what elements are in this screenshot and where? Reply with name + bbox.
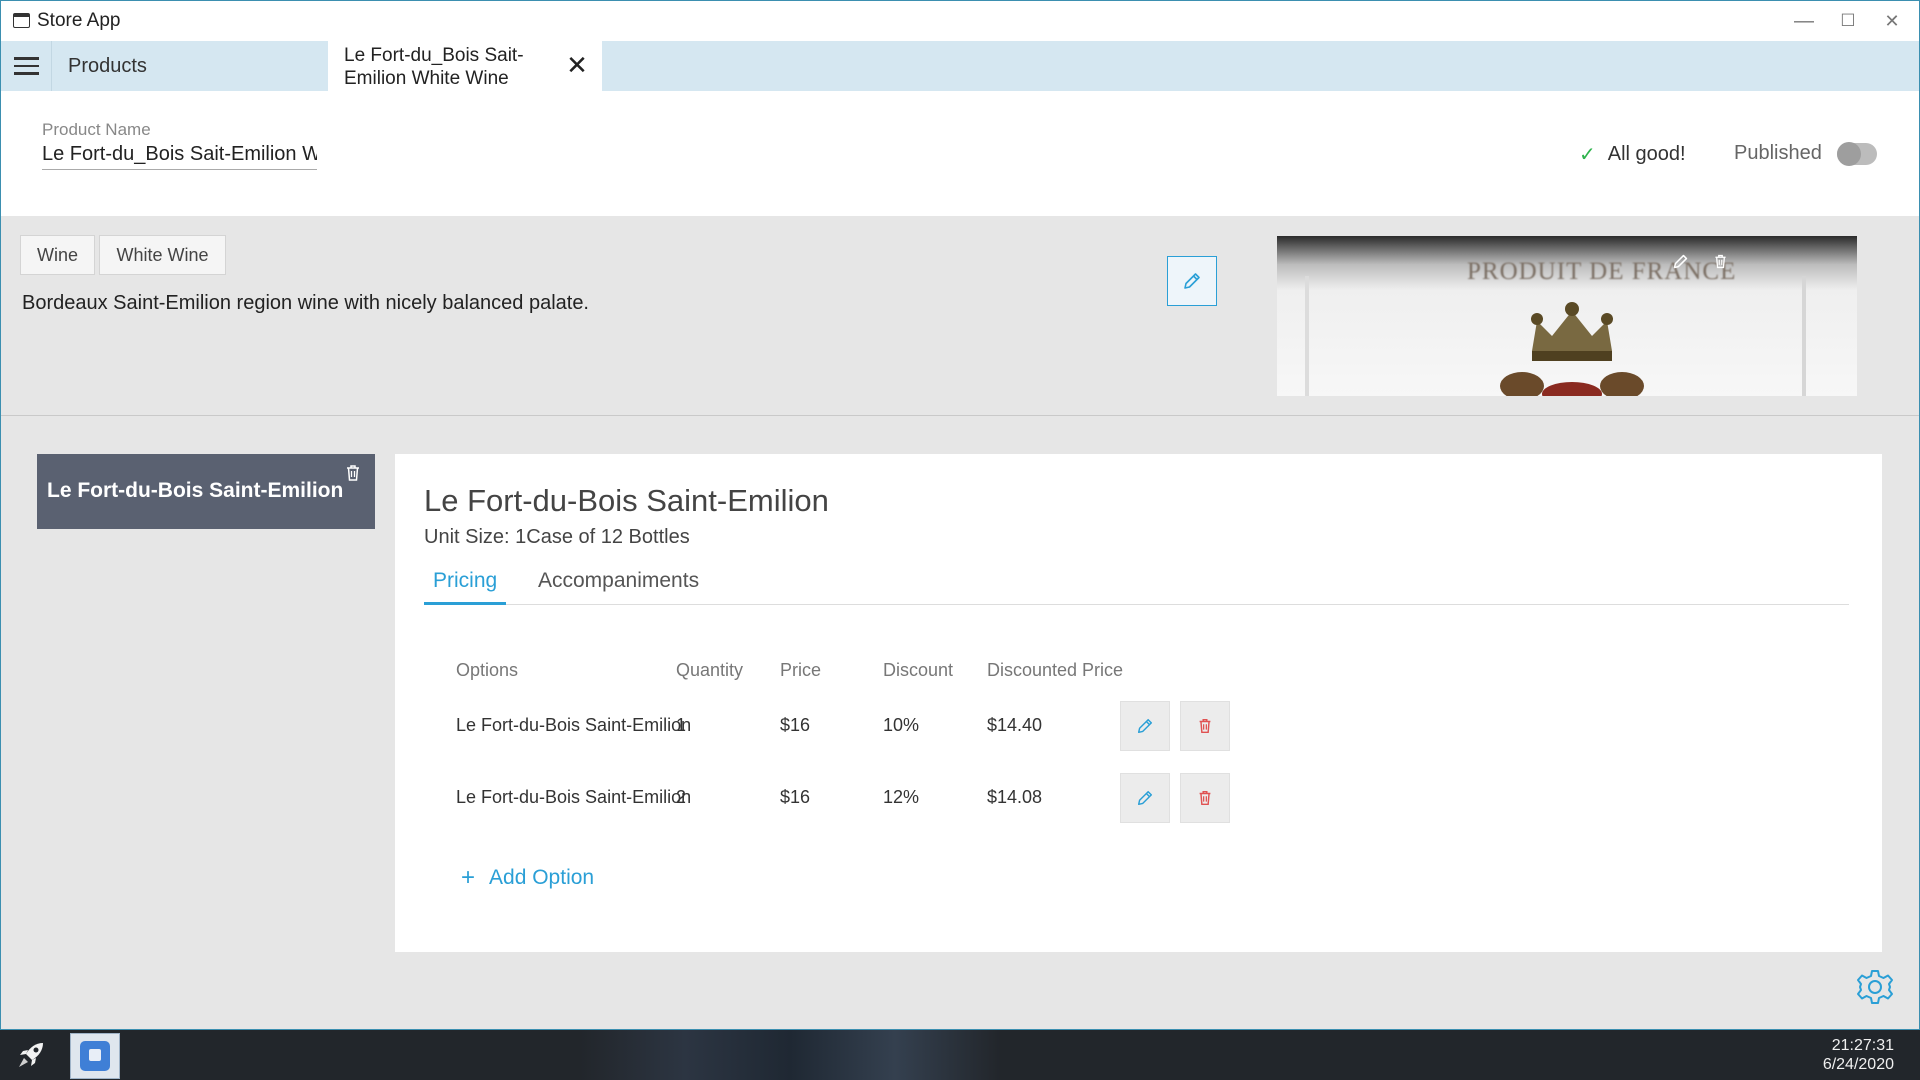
minimize-button[interactable]: —	[1790, 9, 1818, 33]
discounted-price-cell: $14.40	[987, 715, 1043, 735]
discount-cell: 12%	[883, 787, 920, 807]
discount-cell: 10%	[883, 715, 920, 735]
trash-icon[interactable]	[343, 463, 363, 483]
column-header: Discount	[883, 660, 954, 680]
tab-accompaniments[interactable]: Accompaniments	[529, 566, 708, 605]
title-bar: Store App — ☐ ✕	[1, 1, 1919, 41]
published-label: Published	[1734, 142, 1822, 164]
menu-hamburger-icon[interactable]	[1, 41, 52, 91]
tab-strip: Products Le Fort-du_Bois Sait-Emilion Wh…	[1, 41, 1919, 91]
variant-detail-panel: Le Fort-du-Bois Saint-Emilion Unit Size:…	[395, 454, 1882, 952]
trash-icon	[1714, 254, 1726, 268]
status-indicator: ✓ All good!	[1579, 142, 1686, 167]
edit-image-button[interactable]	[1669, 250, 1691, 272]
pencil-icon	[1137, 790, 1153, 806]
tab-product-detail-label: Le Fort-du_Bois Sait-Emilion White Wine	[344, 45, 524, 89]
check-icon: ✓	[1579, 144, 1596, 166]
delete-option-button[interactable]	[1180, 773, 1230, 823]
add-option-label: Add Option	[489, 866, 595, 889]
quantity-cell: 1	[676, 715, 687, 735]
store-app-taskbar-button[interactable]	[70, 1033, 120, 1079]
pencil-icon	[1673, 254, 1687, 268]
gear-icon	[1857, 970, 1893, 1004]
quantity-cell: 2	[676, 787, 687, 807]
edit-option-button[interactable]	[1120, 773, 1170, 823]
column-header: Options	[456, 660, 519, 680]
tag-chip[interactable]: White Wine	[99, 235, 226, 275]
variant-name: Le Fort-du-Bois Saint-Emilion	[47, 479, 344, 502]
table-row: Le Fort-du-Bois Saint-Emilion 1 $16 10% …	[456, 701, 1356, 751]
pencil-icon	[1184, 273, 1200, 289]
clock-date: 6/24/2020	[1822, 1056, 1894, 1073]
image-label-text: PRODUIT DE FRANCE	[1467, 258, 1737, 285]
edit-option-button[interactable]	[1120, 701, 1170, 751]
product-name-label: Product Name	[42, 120, 151, 139]
window-title: Store App	[37, 10, 121, 31]
product-name-input[interactable]	[42, 140, 317, 170]
detail-tabs: Pricing Accompaniments	[424, 566, 1849, 605]
rocket-icon	[19, 1043, 43, 1067]
add-option-button[interactable]: + Add Option	[461, 866, 594, 890]
description-section: Wine White Wine Bordeaux Saint-Emilion r…	[1, 216, 1919, 416]
description-text: Bordeaux Saint-Emilion region wine with …	[22, 292, 589, 314]
status-text: All good!	[1607, 143, 1686, 165]
option-cell: Le Fort-du-Bois Saint-Emilion	[456, 715, 692, 735]
app-window: Store App — ☐ ✕ Products Le Fort-du_Bois…	[0, 0, 1920, 1030]
price-cell: $16	[780, 787, 811, 807]
column-header: Discounted Price	[987, 660, 1124, 680]
option-cell: Le Fort-du-Bois Saint-Emilion	[456, 787, 692, 807]
crest-graphic	[1500, 302, 1644, 396]
trash-icon	[1199, 718, 1211, 734]
product-image: PRODUIT DE FRANCE	[1277, 236, 1857, 396]
launcher-button[interactable]	[10, 1036, 52, 1074]
close-tab-icon[interactable]: ✕	[564, 52, 590, 79]
discounted-price-cell: $14.08	[987, 787, 1043, 807]
column-header: Quantity	[676, 660, 744, 680]
tab-product-detail[interactable]: Le Fort-du_Bois Sait-Emilion White Wine …	[328, 41, 602, 91]
variant-card[interactable]: Le Fort-du-Bois Saint-Emilion	[37, 454, 375, 529]
variant-title: Le Fort-du-Bois Saint-Emilion	[424, 483, 829, 518]
plus-icon: +	[461, 864, 476, 891]
delete-image-button[interactable]	[1709, 250, 1731, 272]
trash-icon	[1199, 790, 1211, 806]
price-cell: $16	[780, 715, 811, 735]
maximize-button[interactable]: ☐	[1834, 9, 1862, 33]
unit-size-text: Unit Size: 1Case of 12 Bottles	[424, 526, 690, 548]
edit-description-button[interactable]	[1167, 256, 1217, 306]
column-header: Price	[780, 660, 822, 680]
window-icon	[13, 13, 30, 28]
settings-button[interactable]	[1854, 966, 1896, 1008]
delete-option-button[interactable]	[1180, 701, 1230, 751]
pencil-icon	[1137, 718, 1153, 734]
product-header: Product Name ✓ All good! Published	[1, 91, 1919, 216]
tag-chip[interactable]: Wine	[20, 235, 95, 275]
close-window-button[interactable]: ✕	[1878, 9, 1906, 33]
taskbar-clock: 21:27:31 6/24/2020	[1823, 1036, 1894, 1074]
clock-time: 21:27:31	[1831, 1037, 1894, 1054]
table-row: Le Fort-du-Bois Saint-Emilion 2 $16 12% …	[456, 773, 1356, 823]
tab-pricing[interactable]: Pricing	[424, 566, 507, 605]
taskbar: 21:27:31 6/24/2020	[0, 1030, 1920, 1080]
variants-section: Le Fort-du-Bois Saint-Emilion Le Fort-du…	[1, 416, 1919, 1029]
published-toggle[interactable]	[1837, 142, 1877, 166]
tab-products[interactable]: Products	[53, 41, 328, 91]
